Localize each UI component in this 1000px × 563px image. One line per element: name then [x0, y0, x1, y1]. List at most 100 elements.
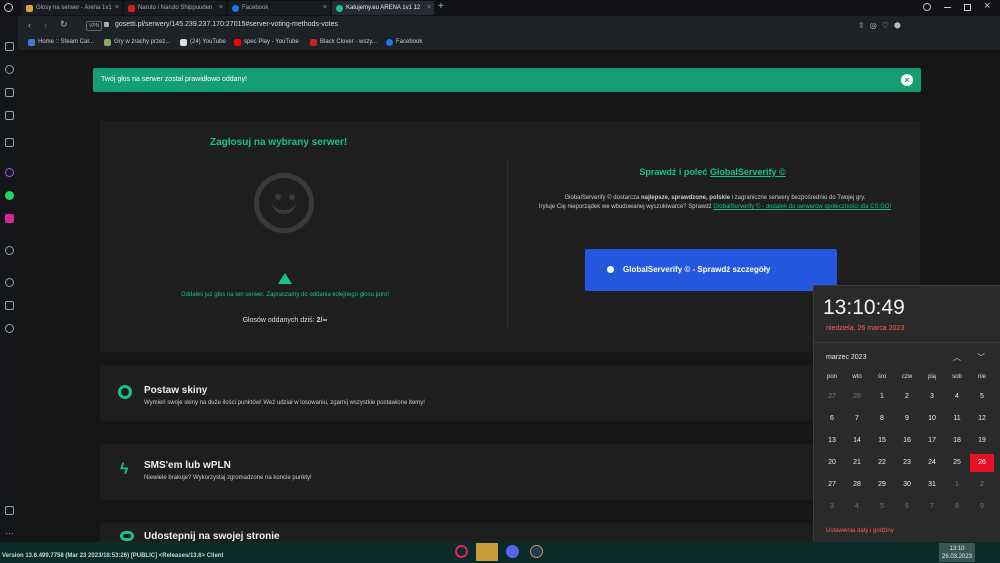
promo-addon-link[interactable]: GlobalServerify © - dodatek do serwerów …	[713, 204, 891, 210]
calendar-day[interactable]: 10	[920, 410, 944, 428]
calendar-day[interactable]: 9	[970, 498, 994, 516]
bookmark-spec-play[interactable]: spec Play - YouTube	[234, 39, 299, 46]
maximize-button[interactable]	[964, 4, 971, 11]
share-icon[interactable]: ⇪	[858, 21, 870, 30]
calendar-day[interactable]: 6	[820, 410, 844, 428]
calendar-day[interactable]: 24	[920, 454, 944, 472]
bookmark-gry[interactable]: Gry w zrachy przez...	[104, 39, 170, 46]
calendar-day[interactable]: 13	[820, 432, 844, 450]
speed-dial-icon[interactable]	[5, 65, 14, 74]
method-card-share[interactable]: Udostepnij na swojej stronie	[100, 523, 920, 542]
calendar-day[interactable]: 7	[845, 410, 869, 428]
tab-votes[interactable]: Głosy na serwer - Arena 1v1 ×	[22, 1, 122, 15]
new-tab-button[interactable]: +	[438, 1, 444, 12]
calendar-day[interactable]: 16	[895, 432, 919, 450]
calendar-day[interactable]: 14	[845, 432, 869, 450]
calendar-day[interactable]: 8	[870, 410, 894, 428]
settings-icon[interactable]	[5, 324, 14, 333]
calendar-day[interactable]: 4	[845, 498, 869, 516]
calendar-day[interactable]: 5	[970, 388, 994, 406]
player-icon[interactable]	[5, 246, 14, 255]
calendar-day[interactable]: 21	[845, 454, 869, 472]
url-field[interactable]: gosetti.pl/serwery/145.239.237.170:27015…	[115, 21, 338, 28]
calendar-day[interactable]: 5	[870, 498, 894, 516]
twitch-icon[interactable]	[5, 111, 14, 120]
calendar-day[interactable]: 27	[820, 476, 844, 494]
vpn-badge[interactable]: VPN	[86, 21, 103, 31]
bookmark-steam[interactable]: Home :: Steam Car...	[28, 39, 94, 46]
cube-icon[interactable]	[5, 301, 14, 310]
clock-date[interactable]: niedziela, 26 marca 2023	[826, 325, 904, 332]
calendar-day[interactable]: 3	[820, 498, 844, 516]
shopping-icon[interactable]	[5, 88, 14, 97]
calendar-month[interactable]: marzec 2023	[826, 354, 866, 361]
discord-icon[interactable]	[506, 545, 519, 558]
shield-icon[interactable]: ⬢	[894, 21, 906, 30]
close-tab-icon[interactable]: ×	[115, 4, 119, 11]
calendar-day[interactable]: 1	[945, 476, 969, 494]
chevron-down-icon[interactable]: ﹀	[977, 352, 985, 363]
heart-icon[interactable]: ♡	[882, 21, 894, 30]
calendar-day[interactable]: 18	[945, 432, 969, 450]
whatsapp-icon[interactable]	[5, 191, 14, 200]
calendar-day[interactable]: 12	[970, 410, 994, 428]
calendar-day[interactable]: 30	[895, 476, 919, 494]
calendar-day[interactable]: 28	[845, 388, 869, 406]
instagram-icon[interactable]	[5, 214, 14, 223]
bookmark-black-clover[interactable]: Black Clover - wszy...	[310, 39, 377, 46]
opera-logo-icon[interactable]	[4, 3, 13, 12]
calendar-day[interactable]: 22	[870, 454, 894, 472]
calendar-day[interactable]: 8	[945, 498, 969, 516]
close-alert-button[interactable]: ×	[901, 74, 913, 86]
method-card-sms[interactable]: ϟ SMS'em lub wPLN Niewiele brakuje? Wyko…	[100, 444, 920, 500]
calendar-day[interactable]: 25	[945, 454, 969, 472]
calendar-day[interactable]: 11	[945, 410, 969, 428]
calendar-day[interactable]: 9	[895, 410, 919, 428]
calendar-day[interactable]: 20	[820, 454, 844, 472]
forward-icon[interactable]: ›	[44, 20, 47, 30]
calendar-day[interactable]: 6	[895, 498, 919, 516]
tab-facebook[interactable]: Facebook ×	[228, 1, 330, 15]
promo-title-link[interactable]: GlobalServerify ©	[710, 167, 786, 177]
calendar-day[interactable]: 4	[945, 388, 969, 406]
close-tab-icon[interactable]: ×	[323, 4, 327, 11]
calendar-day[interactable]: 7	[920, 498, 944, 516]
tab-naruto[interactable]: Naruto i Naruto Shippuuden ×	[124, 1, 226, 15]
gamepad-icon[interactable]	[5, 42, 14, 51]
history-icon[interactable]	[5, 278, 14, 287]
camera-icon[interactable]: ◎	[870, 21, 882, 30]
back-icon[interactable]: ‹	[28, 20, 31, 30]
league-icon[interactable]	[476, 543, 498, 561]
taskbar-clock[interactable]: 13:10 26.03.2023	[939, 543, 975, 562]
bookmark-facebook[interactable]: Facebook	[386, 39, 422, 46]
close-window-button[interactable]: ×	[984, 0, 990, 12]
messenger-icon[interactable]	[5, 168, 14, 177]
gx-icon[interactable]	[5, 138, 14, 147]
calendar-day[interactable]: 27	[820, 388, 844, 406]
calendar-day[interactable]: 31	[920, 476, 944, 494]
league-client-icon[interactable]	[530, 545, 543, 558]
calendar-day[interactable]: 15	[870, 432, 894, 450]
calendar-day[interactable]: 26	[970, 454, 994, 472]
search-icon[interactable]	[923, 3, 931, 11]
calendar-day[interactable]: 23	[895, 454, 919, 472]
wallet-icon[interactable]	[5, 506, 14, 515]
globalserverify-button[interactable]: GlobalServerify © - Sprawdź szczegóły	[585, 249, 837, 291]
calendar-day[interactable]: 17	[920, 432, 944, 450]
calendar-day[interactable]: 28	[845, 476, 869, 494]
chevron-up-icon[interactable]: ︿	[953, 352, 961, 363]
calendar-day[interactable]: 19	[970, 432, 994, 450]
close-tab-icon[interactable]: ×	[427, 4, 431, 11]
close-tab-icon[interactable]: ×	[219, 4, 223, 11]
bookmark-youtube[interactable]: (24) YouTube	[180, 39, 226, 46]
calendar-day[interactable]: 3	[920, 388, 944, 406]
calendar-day[interactable]: 2	[970, 476, 994, 494]
calendar-day[interactable]: 2	[895, 388, 919, 406]
calendar-day[interactable]: 1	[870, 388, 894, 406]
calendar-day[interactable]: 29	[870, 476, 894, 494]
method-card-skins[interactable]: Postaw skiny Wymień swoje skiny na duże …	[100, 365, 920, 421]
tab-katujemy[interactable]: Katujemy.eu ARENA 1v1 12 ×	[332, 1, 434, 15]
date-time-settings-link[interactable]: Ustawienia daty i godziny	[826, 528, 894, 534]
reload-icon[interactable]: ↻	[60, 19, 68, 30]
more-icon[interactable]: …	[5, 526, 14, 536]
